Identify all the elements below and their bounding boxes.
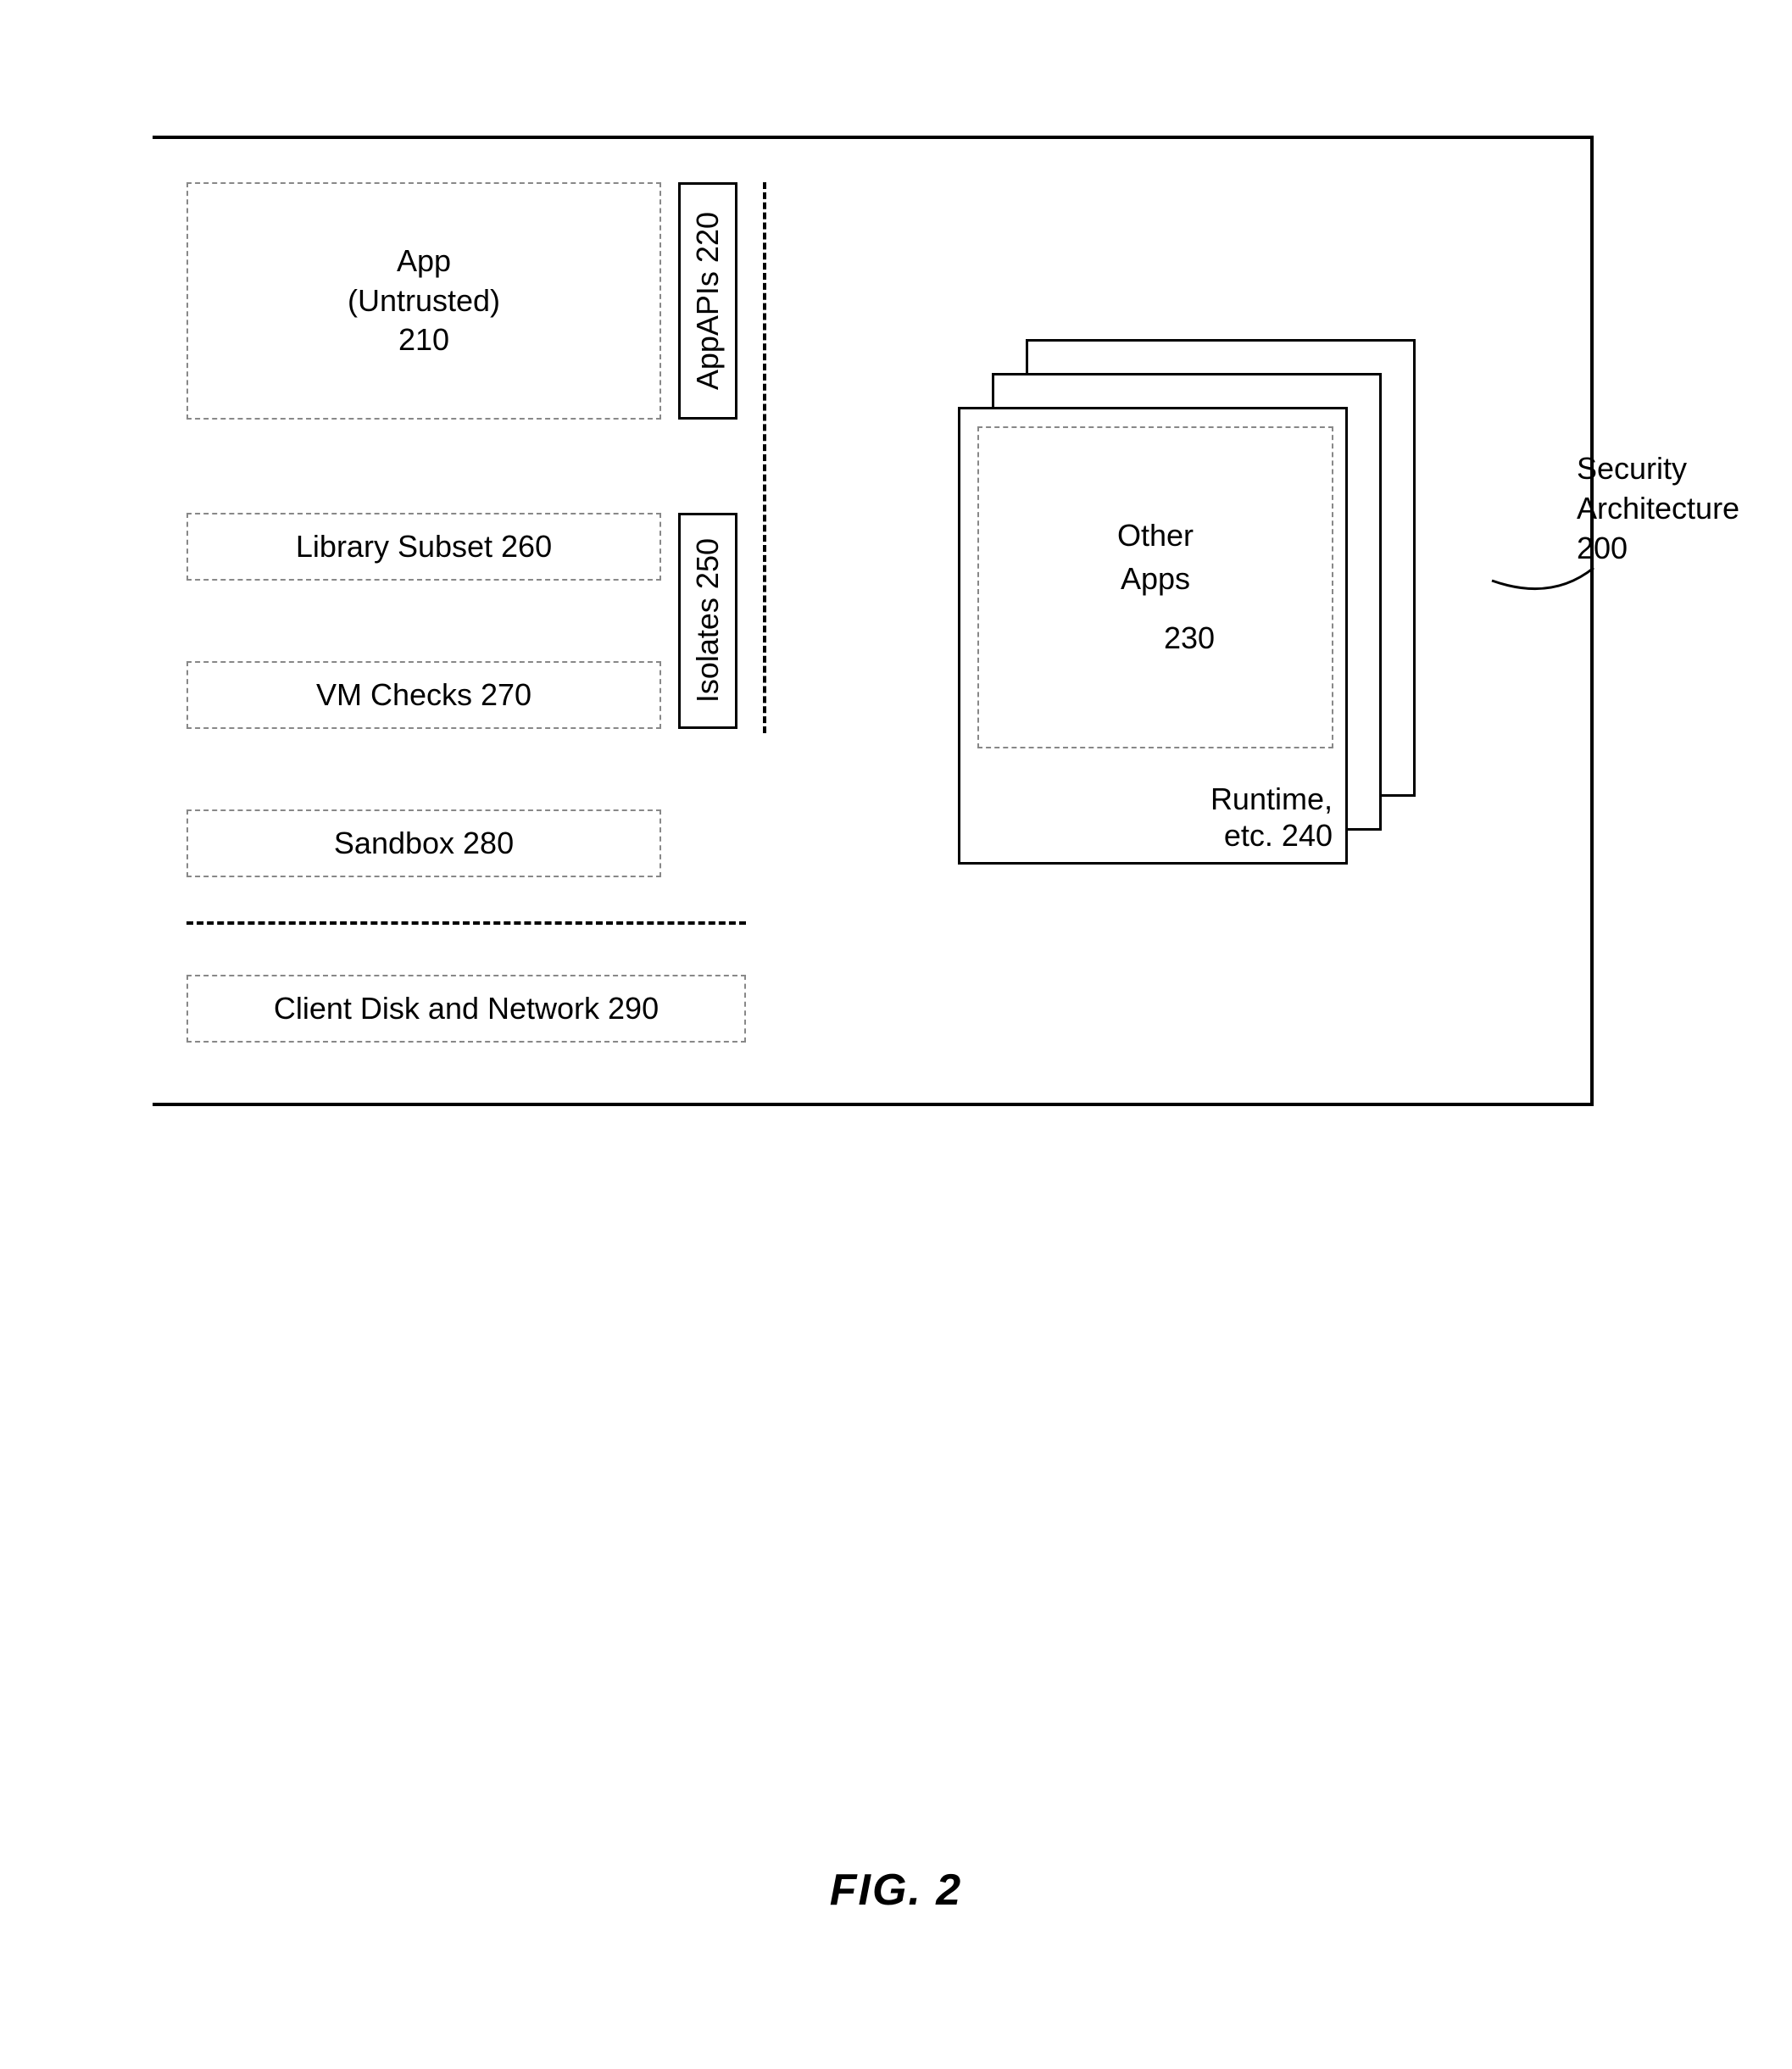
- appapis-box: AppAPIs 220: [678, 182, 737, 420]
- otherapps-num: 230: [1164, 617, 1215, 659]
- architecture-label: Security Architecture 200: [1577, 449, 1763, 568]
- app-label-line2: (Untrusted): [348, 281, 500, 321]
- horizontal-divider: [186, 921, 746, 925]
- library-subset-box: Library Subset 260: [186, 513, 661, 581]
- vmchecks-label: VM Checks 270: [316, 676, 531, 715]
- app-label-num: 210: [398, 320, 449, 360]
- library-label: Library Subset 260: [296, 527, 552, 567]
- app-untrusted-box: App (Untrusted) 210: [186, 182, 661, 420]
- runtime-label: Runtime, etc. 240: [1210, 781, 1333, 854]
- other-apps-box: Other Apps 230: [977, 426, 1333, 748]
- sandbox-box: Sandbox 280: [186, 809, 661, 877]
- arch-line2: Architecture: [1577, 489, 1763, 529]
- sandbox-label: Sandbox 280: [334, 824, 514, 864]
- app-label-line1: App: [397, 242, 451, 281]
- diagram-container: App (Untrusted) 210 AppAPIs 220 Library …: [153, 85, 1594, 1110]
- runtime-line1: Runtime,: [1210, 781, 1333, 817]
- vertical-divider: [763, 182, 766, 733]
- appapis-label: AppAPIs 220: [690, 212, 726, 390]
- arch-line1: Security: [1577, 449, 1763, 489]
- otherapps-line2: Apps: [1121, 558, 1190, 600]
- figure-label: FIG. 2: [0, 1865, 1792, 1916]
- arch-num: 200: [1577, 529, 1763, 569]
- isolates-label: Isolates 250: [690, 538, 726, 703]
- client-disk-network-box: Client Disk and Network 290: [186, 975, 746, 1043]
- runtime-line2: etc. 240: [1210, 817, 1333, 854]
- clientdisk-label: Client Disk and Network 290: [274, 989, 659, 1029]
- stack-card-front: Other Apps 230 Runtime, etc. 240: [958, 407, 1348, 865]
- vm-checks-box: VM Checks 270: [186, 661, 661, 729]
- isolates-box: Isolates 250: [678, 513, 737, 729]
- otherapps-line1: Other: [1117, 514, 1194, 557]
